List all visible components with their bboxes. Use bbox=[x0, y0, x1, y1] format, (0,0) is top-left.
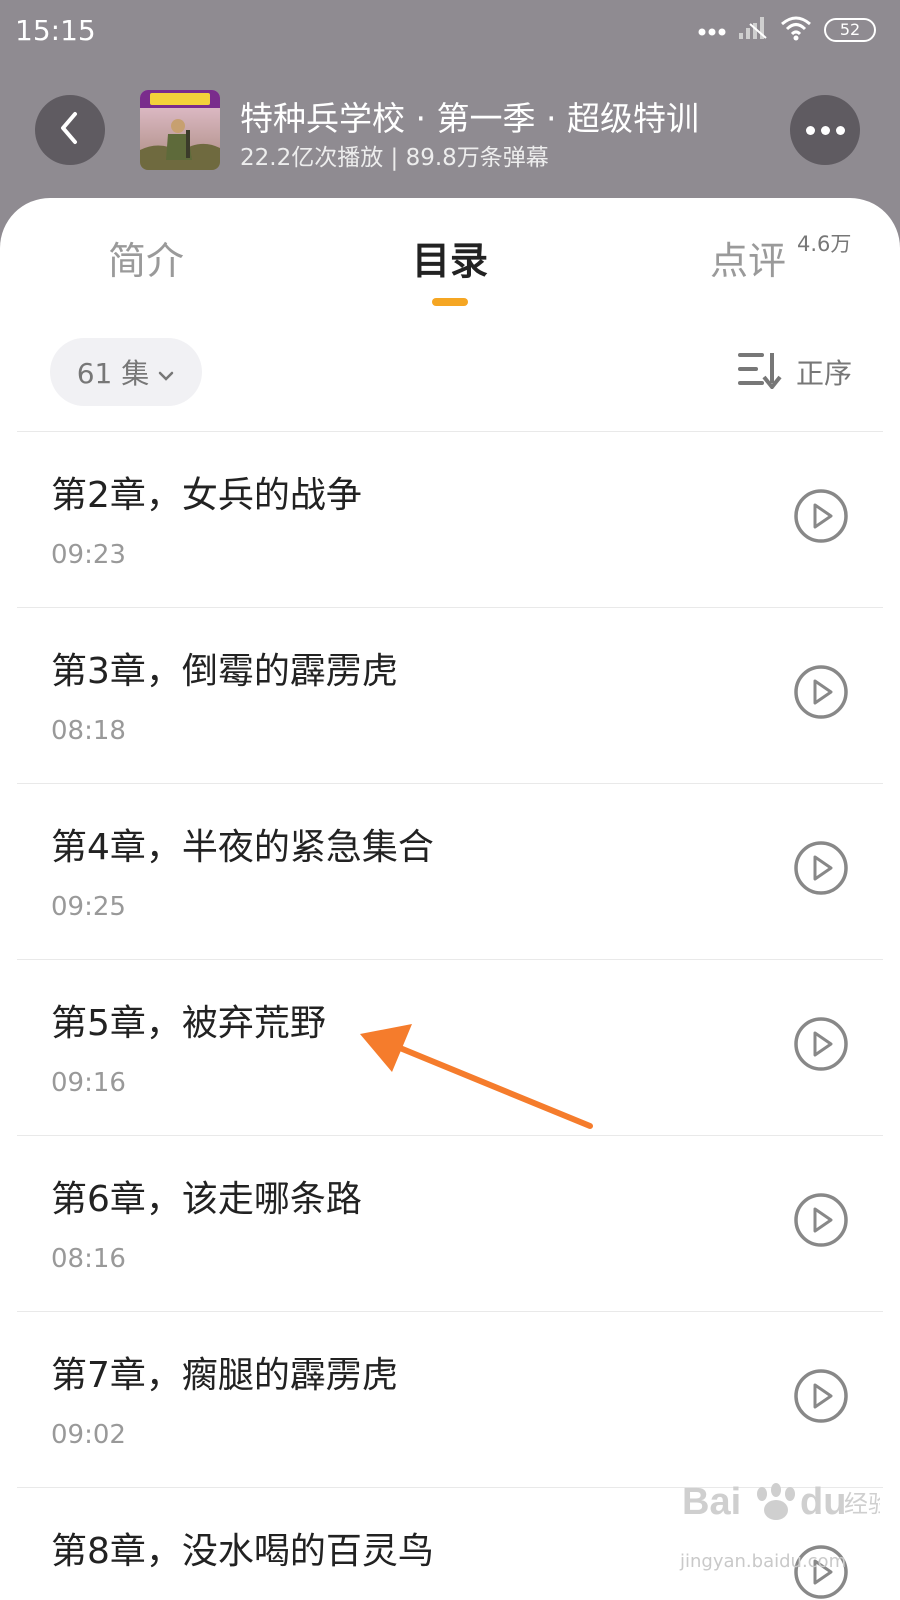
album-stats: 22.2亿次播放 | 89.8万条弹幕 bbox=[240, 145, 549, 171]
tab-catalog[interactable]: 目录 bbox=[412, 230, 488, 285]
episode-title: 第8章，没水喝的百灵鸟 bbox=[51, 1531, 434, 1572]
status-icons: 52 bbox=[698, 14, 876, 46]
chevron-down-icon bbox=[157, 356, 175, 389]
status-bar: 15:15 52 bbox=[0, 0, 900, 60]
chevron-left-icon bbox=[55, 110, 85, 150]
content-sheet: 简介 目录 点评 4.6万 61 集 正序 第2章，女兵的战争 09:23 第3… bbox=[0, 198, 900, 1600]
episode-title: 第7章，瘸腿的霹雳虎 bbox=[51, 1355, 398, 1396]
active-tab-indicator bbox=[432, 298, 468, 306]
status-time: 15:15 bbox=[15, 14, 96, 47]
more-options-button[interactable] bbox=[790, 95, 860, 165]
episode-row[interactable]: 第2章，女兵的战争 09:23 bbox=[17, 431, 883, 607]
more-dot bbox=[805, 125, 815, 135]
episode-duration: 08:18 bbox=[51, 716, 126, 746]
sort-icon bbox=[736, 349, 782, 396]
episode-duration: 09:23 bbox=[51, 540, 126, 570]
album-title: 特种兵学校 · 第一季 · 超级特训 bbox=[240, 99, 699, 138]
episode-row[interactable]: 第4章，半夜的紧急集合 09:25 bbox=[17, 783, 883, 959]
tab-reviews[interactable]: 点评 bbox=[710, 230, 786, 285]
episode-row[interactable]: 第3章，倒霉的霹雳虎 08:18 bbox=[17, 607, 883, 783]
sort-label: 正序 bbox=[795, 357, 852, 390]
more-dot bbox=[835, 125, 845, 135]
play-icon[interactable] bbox=[793, 1016, 849, 1072]
episode-row[interactable]: 第5章，被弃荒野 09:16 bbox=[17, 959, 883, 1135]
wifi-icon bbox=[780, 15, 812, 45]
signal-icon bbox=[738, 16, 768, 44]
episode-duration: 09:16 bbox=[51, 1068, 126, 1098]
episode-row[interactable]: 第7章，瘸腿的霹雳虎 09:02 bbox=[17, 1311, 883, 1487]
episode-count-label: 61 集 bbox=[76, 357, 150, 390]
tab-intro[interactable]: 简介 bbox=[108, 230, 184, 285]
episode-count-dropdown[interactable]: 61 集 bbox=[50, 338, 202, 406]
episode-title: 第6章，该走哪条路 bbox=[51, 1179, 362, 1220]
episode-duration: 08:16 bbox=[51, 1244, 126, 1274]
album-header: 特种兵学校 · 第一季 · 超级特训 22.2亿次播放 | 89.8万条弹幕 bbox=[0, 80, 900, 200]
more-dot bbox=[820, 125, 830, 135]
play-icon[interactable] bbox=[793, 664, 849, 720]
episode-row[interactable]: 第6章，该走哪条路 08:16 bbox=[17, 1135, 883, 1311]
play-icon[interactable] bbox=[793, 1368, 849, 1424]
episode-title: 第5章，被弃荒野 bbox=[51, 1003, 326, 1044]
episode-duration: 09:25 bbox=[51, 892, 126, 922]
more-dots-icon bbox=[698, 21, 726, 40]
play-icon[interactable] bbox=[793, 1544, 849, 1600]
episode-duration: 09:02 bbox=[51, 1420, 126, 1450]
episode-title: 第2章，女兵的战争 bbox=[51, 475, 362, 516]
play-icon[interactable] bbox=[793, 840, 849, 896]
episode-row[interactable]: 第8章，没水喝的百灵鸟 bbox=[17, 1487, 883, 1600]
play-icon[interactable] bbox=[793, 488, 849, 544]
album-cover[interactable] bbox=[140, 90, 220, 170]
episode-title: 第4章，半夜的紧急集合 bbox=[51, 827, 434, 868]
sort-toggle[interactable]: 正序 bbox=[736, 348, 852, 396]
episode-title: 第3章，倒霉的霹雳虎 bbox=[51, 651, 398, 692]
play-icon[interactable] bbox=[793, 1192, 849, 1248]
reviews-count-badge: 4.6万 bbox=[797, 232, 852, 256]
episode-list: 第2章，女兵的战争 09:23 第3章，倒霉的霹雳虎 08:18 第4章，半夜的… bbox=[17, 431, 883, 1600]
battery-icon: 52 bbox=[824, 18, 876, 42]
back-button[interactable] bbox=[35, 95, 105, 165]
